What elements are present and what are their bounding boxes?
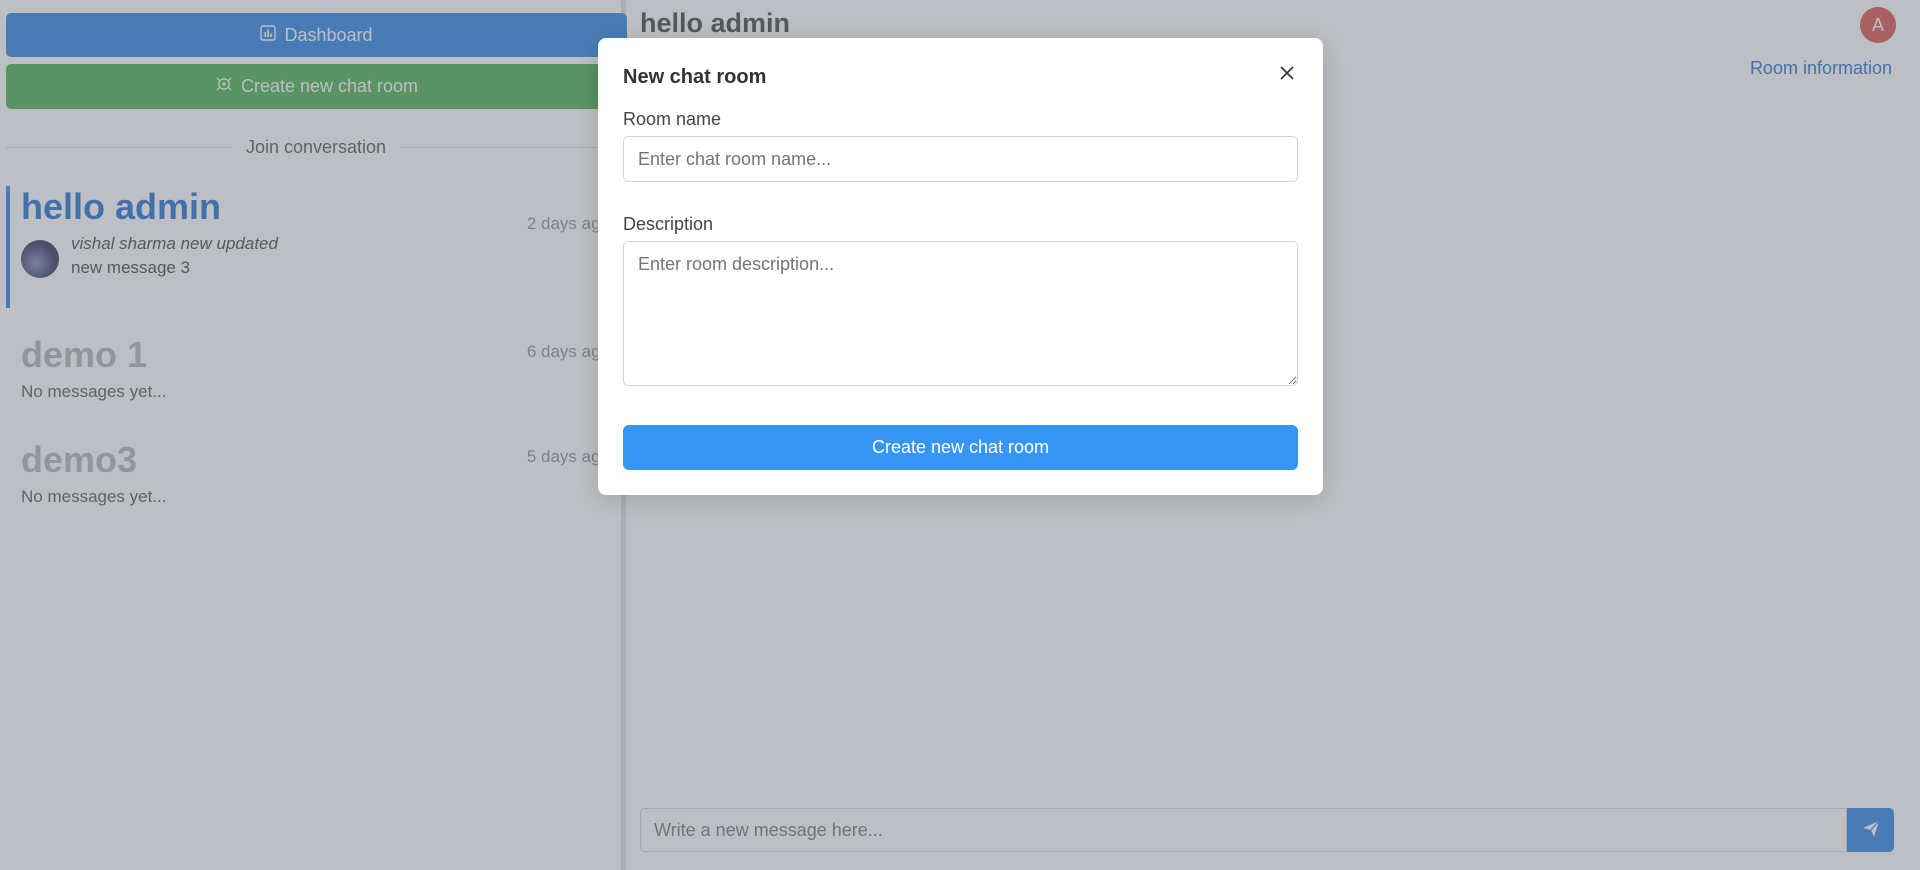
close-icon	[1280, 65, 1294, 83]
description-textarea[interactable]	[623, 241, 1298, 386]
close-button[interactable]	[1273, 60, 1301, 88]
modal-title: New chat room	[623, 66, 767, 88]
room-name-label: Room name	[623, 109, 722, 129]
description-label: Description	[623, 214, 714, 234]
new-room-modal: New chat room Room name Description Crea…	[598, 38, 1323, 495]
room-name-input[interactable]	[623, 136, 1298, 182]
chat-app: Dashboard Create new chat room Join conv…	[0, 0, 1920, 870]
create-room-submit-button[interactable]: Create new chat room	[623, 425, 1298, 470]
